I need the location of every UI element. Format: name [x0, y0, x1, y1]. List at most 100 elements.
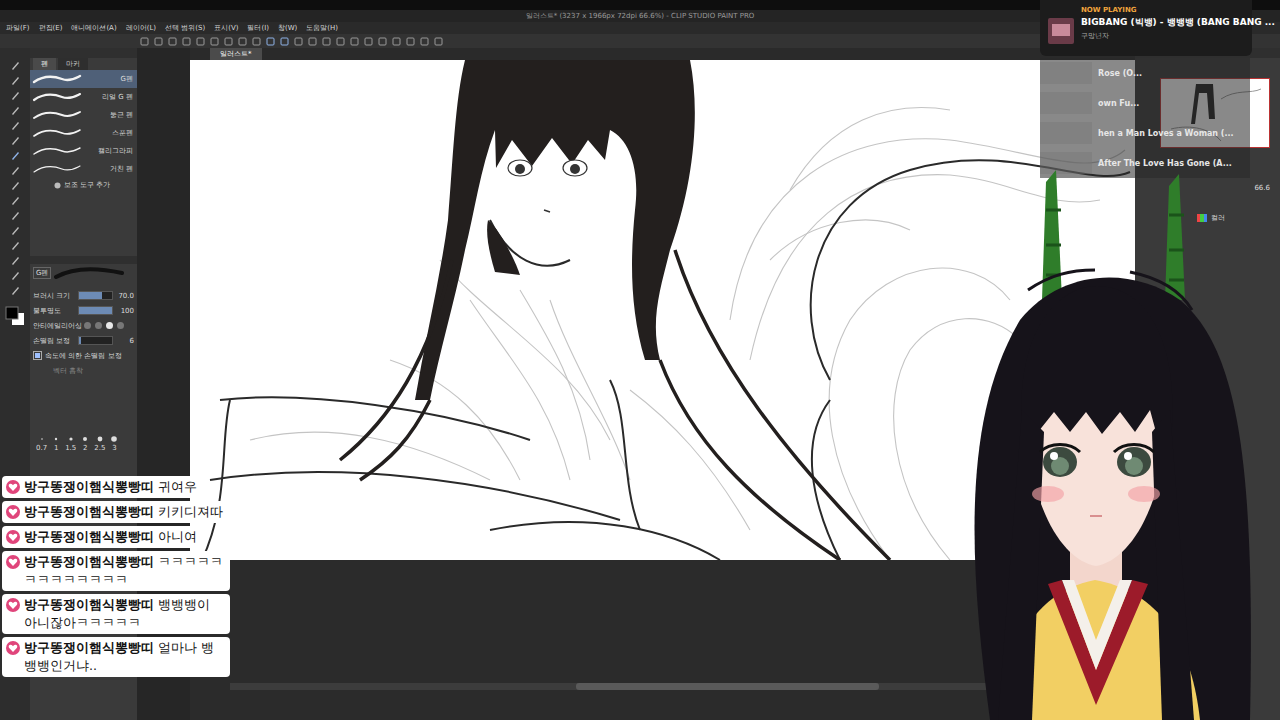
- sub-tool-tabs: 펜 마커: [30, 58, 137, 70]
- tool-icon[interactable]: [10, 135, 21, 146]
- tool-icon[interactable]: [10, 210, 21, 221]
- toolbar-button-icon[interactable]: [252, 37, 261, 46]
- toolbar-button-icon[interactable]: [392, 37, 401, 46]
- toolbar-button-icon[interactable]: [280, 37, 289, 46]
- now-playing-widget: NOW PLAYINGBIGBANG (빅뱅) - 뱅뱅뱅 (BANG BANG…: [1040, 0, 1252, 56]
- tool-icon[interactable]: [10, 150, 21, 161]
- menu-item[interactable]: 필터(I): [247, 23, 269, 33]
- album-art-icon: [1048, 18, 1074, 50]
- zoom-value[interactable]: 66.6: [1254, 184, 1270, 192]
- sub-tool-item[interactable]: 리얼 G 펜: [30, 88, 137, 106]
- toolbar-button-icon[interactable]: [266, 37, 275, 46]
- sub-tool-item[interactable]: 스푼펜: [30, 124, 137, 142]
- menu-item[interactable]: 표시(V): [214, 23, 238, 33]
- toolbar-button-icon[interactable]: [140, 37, 149, 46]
- settings-icon: [54, 182, 61, 189]
- menu-item[interactable]: 파일(F): [6, 23, 30, 33]
- layer-color-label: 컬러: [1211, 213, 1225, 223]
- tool-icon[interactable]: [10, 60, 21, 71]
- tool-icon[interactable]: [10, 270, 21, 281]
- tool-icon[interactable]: [10, 195, 21, 206]
- option-dot[interactable]: [84, 322, 91, 329]
- checkbox[interactable]: [33, 351, 42, 360]
- tool-icon[interactable]: [10, 120, 21, 131]
- option-dot[interactable]: [95, 322, 102, 329]
- tool-icon[interactable]: [10, 105, 21, 116]
- toolbar-button-icon[interactable]: [294, 37, 303, 46]
- layer-color-row[interactable]: 컬러: [1135, 212, 1280, 224]
- brush-size-option[interactable]: 2: [82, 436, 88, 452]
- menu-item[interactable]: 창(W): [278, 23, 297, 33]
- tool-icon[interactable]: [10, 165, 21, 176]
- slider-track[interactable]: [78, 291, 113, 300]
- canvas-tab[interactable]: 일러스트*: [210, 48, 262, 60]
- add-sub-tool-label: 보조 도구 추가: [64, 180, 110, 190]
- toolbar-button-icon[interactable]: [336, 37, 345, 46]
- horizontal-scrollbar[interactable]: [230, 683, 1095, 690]
- sub-tool-item[interactable]: 거친 펜: [30, 160, 137, 178]
- property-row[interactable]: 손떨림 보정6: [30, 333, 137, 348]
- option-dot[interactable]: [117, 322, 124, 329]
- toolbar-button-icon[interactable]: [378, 37, 387, 46]
- add-sub-tool-button[interactable]: 보조 도구 추가: [30, 178, 137, 192]
- brush-size-option[interactable]: 0.7: [36, 436, 47, 452]
- chat-message: 방구똥쟁이햄식뽕빵띠 귀여우: [2, 476, 203, 498]
- toolbar-button-icon[interactable]: [406, 37, 415, 46]
- brush-size-option[interactable]: 1: [53, 436, 59, 452]
- sub-tool-tab[interactable]: 펜: [33, 58, 56, 70]
- property-row[interactable]: 안티에일리어싱: [30, 318, 137, 333]
- toolbar-button-icon[interactable]: [154, 37, 163, 46]
- toolbar-button-icon[interactable]: [322, 37, 331, 46]
- window-title: 일러스트* (3237 x 1966px 72dpi 66.6%) - CLIP…: [526, 12, 755, 20]
- chat-message: 방구똥쟁이햄식뽕빵띠 ㅋㅋㅋㅋㅋㅋㅋㅋㅋㅋㅋㅋㅋ: [2, 551, 230, 591]
- tool-icon[interactable]: [10, 285, 21, 296]
- sub-tool-item[interactable]: 캘리그라피: [30, 142, 137, 160]
- menu-item[interactable]: 레이어(L): [126, 23, 156, 33]
- scroll-thumb[interactable]: [576, 683, 879, 690]
- tool-icon[interactable]: [10, 255, 21, 266]
- sub-tool-label: G펜: [121, 74, 133, 84]
- property-row[interactable]: 속도에 의한 손떨림 보정: [30, 348, 137, 363]
- sub-tool-tab[interactable]: 마커: [58, 58, 88, 70]
- toolbar-button-icon[interactable]: [182, 37, 191, 46]
- tool-icon[interactable]: [10, 90, 21, 101]
- property-row[interactable]: 브러시 크기70.0: [30, 288, 137, 303]
- playlist-thumbnail: [1040, 92, 1092, 114]
- toolbar-button-icon[interactable]: [364, 37, 373, 46]
- brush-size-option[interactable]: 1.5: [65, 436, 76, 452]
- tab-label: 마커: [66, 59, 80, 69]
- menu-item[interactable]: 선택 범위(S): [165, 23, 205, 33]
- toolbar-button-icon[interactable]: [350, 37, 359, 46]
- tool-icon[interactable]: [10, 225, 21, 236]
- menu-item[interactable]: 편집(E): [39, 23, 63, 33]
- toolbar-button-icon[interactable]: [196, 37, 205, 46]
- toolbar-button-icon[interactable]: [308, 37, 317, 46]
- brush-size-option[interactable]: 2.5: [94, 436, 105, 452]
- chat-username: 방구똥쟁이햄식뽕빵띠: [24, 504, 154, 519]
- toolbar-button-icon[interactable]: [238, 37, 247, 46]
- sub-tool-item[interactable]: 둥근 펜: [30, 106, 137, 124]
- tool-icon[interactable]: [10, 180, 21, 191]
- color-swatch-icon: [4, 306, 26, 326]
- tool-icon[interactable]: [10, 240, 21, 251]
- brush-size-label: 0.7: [36, 444, 47, 452]
- brush-size-palette: 0.7 1 1.5 2 2.5 3: [30, 432, 137, 456]
- brush-size-label: 1.5: [65, 444, 76, 452]
- toolbar-button-icon[interactable]: [434, 37, 443, 46]
- toolbar-button-icon[interactable]: [168, 37, 177, 46]
- toolbar-button-icon[interactable]: [210, 37, 219, 46]
- brush-size-option[interactable]: 3: [111, 436, 117, 452]
- property-row[interactable]: 불투명도100: [30, 303, 137, 318]
- brush-dot-icon: [39, 436, 45, 442]
- sub-tool-item[interactable]: G펜: [30, 70, 137, 88]
- toolbar-button-icon[interactable]: [420, 37, 429, 46]
- option-dot[interactable]: [106, 322, 113, 329]
- menu-item[interactable]: 애니메이션(A): [71, 23, 116, 33]
- menu-item[interactable]: 도움말(H): [306, 23, 338, 33]
- tool-icon[interactable]: [10, 75, 21, 86]
- slider-track[interactable]: [78, 306, 113, 315]
- chat-text: 방구똥쟁이햄식뽕빵띠 얼마나 뱅뱅뱅인거냐..: [24, 639, 224, 675]
- toolbar-button-icon[interactable]: [224, 37, 233, 46]
- slider-track[interactable]: [78, 336, 113, 345]
- chat-body: 아니여: [158, 529, 197, 544]
